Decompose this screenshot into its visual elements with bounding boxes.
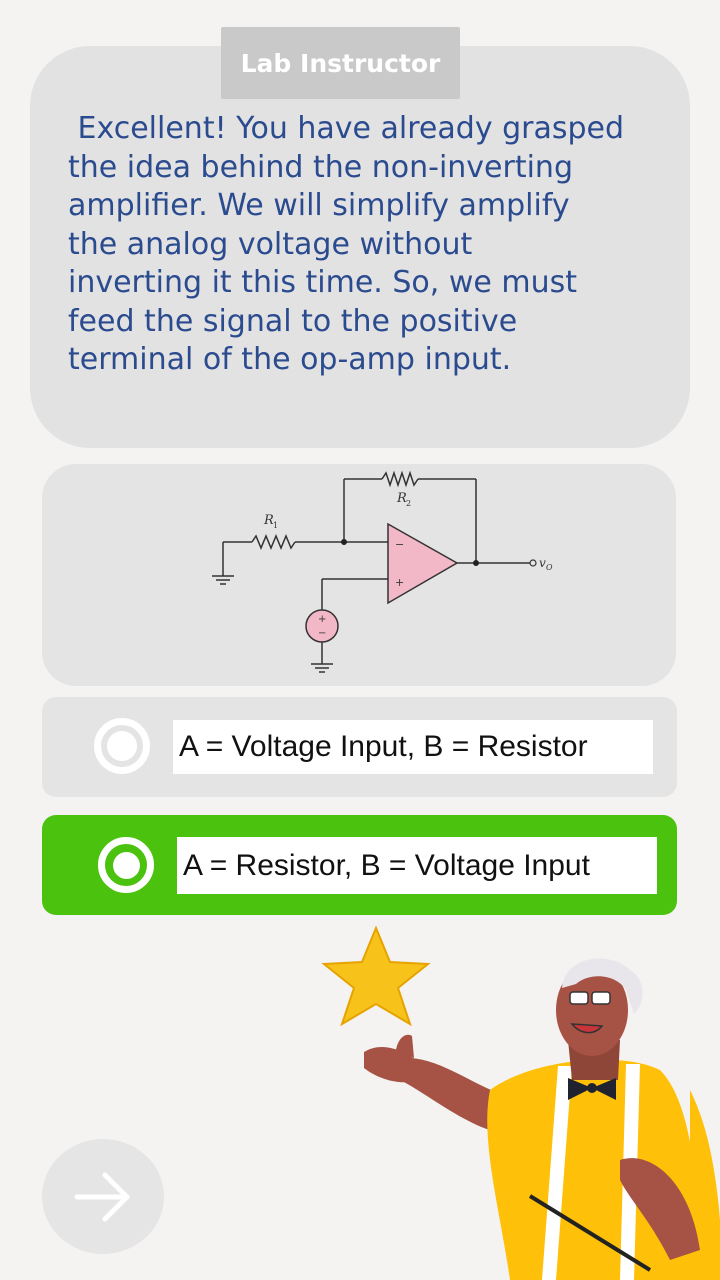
junction-dot — [473, 560, 479, 566]
output-label: v — [539, 556, 546, 570]
op-amp-plus-label: + — [395, 576, 404, 589]
output-terminal — [529, 559, 537, 567]
source-plus-label: + — [318, 614, 326, 625]
answer-option-2-correct[interactable]: A = Resistor, B = Voltage Input — [42, 815, 677, 915]
output-subscript: O — [546, 563, 553, 572]
star-icon — [321, 925, 431, 1027]
lab-instructor-character — [321, 925, 720, 1280]
answer-option-1[interactable]: A = Voltage Input, B = Resistor — [42, 697, 677, 797]
non-inverting-amplifier-circuit: R 1 R 2 − + + − v O — [212, 470, 553, 673]
junction-dot — [341, 539, 347, 545]
answer-option-label: A = Resistor, B = Voltage Input — [177, 837, 657, 894]
radio-button-unselected[interactable] — [94, 718, 150, 774]
next-button[interactable] — [42, 1139, 164, 1254]
resistor-r2 — [381, 470, 419, 488]
circuit-diagram-card: R 1 R 2 − + + − v O — [42, 464, 676, 686]
ground-icon — [212, 575, 234, 585]
r2-subscript: 2 — [406, 499, 411, 508]
resistor-r1 — [251, 534, 296, 550]
ground-icon — [311, 663, 333, 673]
answer-option-label: A = Voltage Input, B = Resistor — [173, 720, 653, 774]
op-amp-minus-label: − — [395, 538, 404, 551]
r1-subscript: 1 — [273, 521, 278, 530]
arrow-right-icon — [74, 1172, 130, 1221]
source-minus-label: − — [318, 628, 326, 639]
speaker-name-tag: Lab Instructor — [221, 27, 460, 99]
instructor-message: Excellent! You have already grasped the … — [68, 111, 625, 377]
radio-button-selected[interactable] — [98, 837, 154, 893]
op-amp — [387, 522, 459, 605]
